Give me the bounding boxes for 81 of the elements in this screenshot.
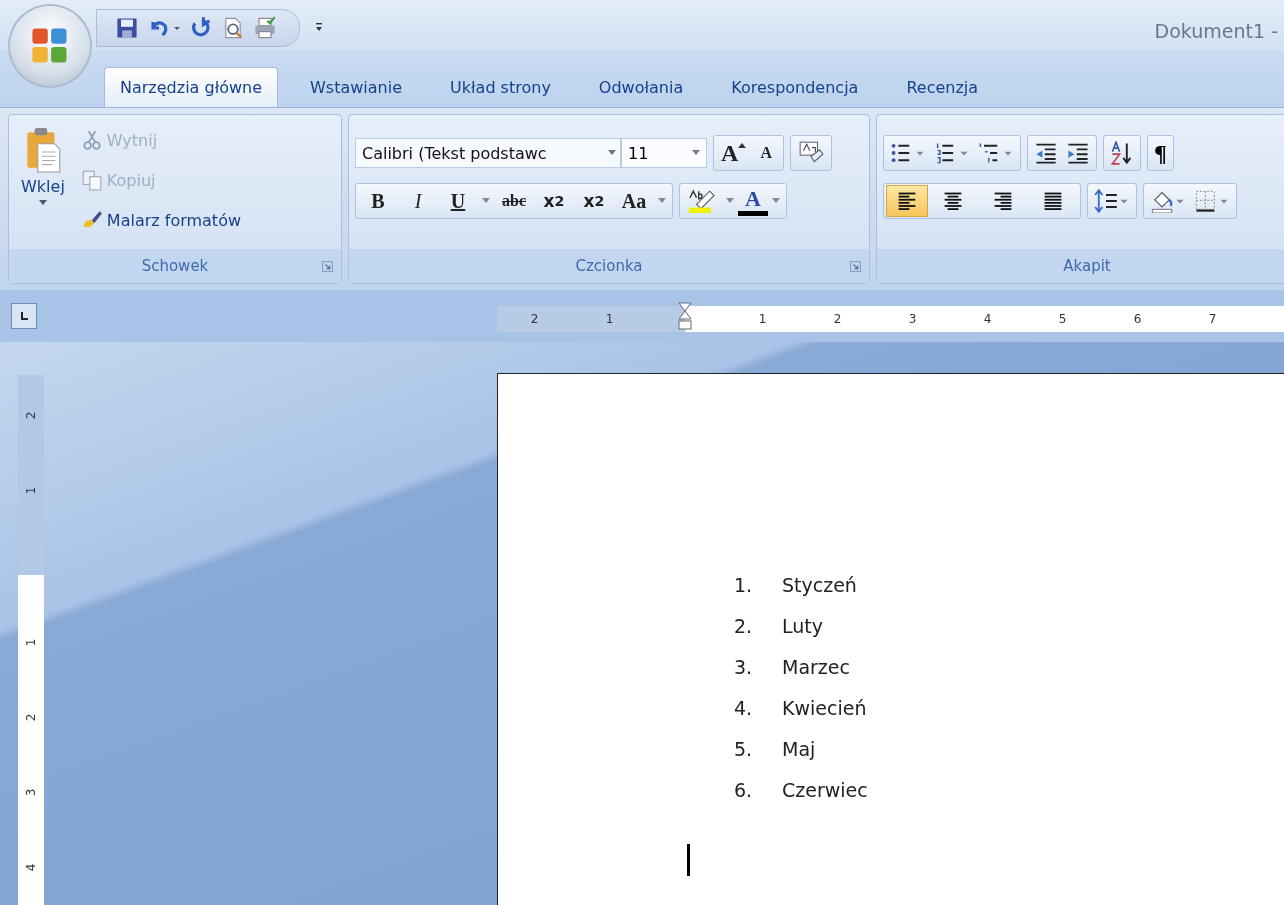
numbered-list-icon: [934, 141, 970, 165]
dropdown-arrow-icon[interactable]: [726, 198, 734, 204]
clipboard-command[interactable]: Malarz formatów: [80, 203, 241, 237]
list-item-text: Styczeń: [782, 573, 857, 596]
paste-button[interactable]: Wklej: [15, 123, 71, 241]
office-button[interactable]: [10, 6, 90, 86]
list-number: 6.: [734, 778, 754, 801]
up-caret-icon: [738, 143, 747, 149]
dropdown-arrow-icon: [38, 200, 47, 206]
ruler-number: 3: [23, 788, 39, 797]
format-button[interactable]: B: [358, 185, 398, 217]
clipboard-icon: [24, 127, 61, 173]
dialog-launcher-icon[interactable]: [850, 260, 861, 272]
customize-toolbar-icon[interactable]: [314, 21, 324, 33]
list-item-text: Kwiecień: [782, 696, 867, 719]
list-number: 4.: [734, 696, 754, 719]
highlighter-icon: [687, 189, 717, 213]
printer-icon[interactable]: [253, 16, 277, 40]
list-item-text: Maj: [782, 737, 816, 760]
group-label: Akapit: [1063, 257, 1111, 275]
font-name-field[interactable]: Calibri (Tekst podstawc: [355, 138, 621, 168]
list-item-text: Luty: [782, 614, 823, 637]
list-number: 1.: [734, 573, 754, 596]
list-number: 5.: [734, 737, 754, 760]
list-item-text: Marzec: [782, 655, 850, 678]
ruler-number: 2: [23, 411, 39, 420]
multilevel-list-icon: [978, 141, 1014, 165]
list-number: 3.: [734, 655, 754, 678]
group-label: Czcionka: [575, 257, 643, 275]
bulleted-list-icon: [890, 141, 926, 165]
ruler-number: 7: [1207, 312, 1218, 326]
dropdown-arrow-icon[interactable]: [658, 198, 666, 204]
ribbon-tab[interactable]: Odwołania: [582, 67, 700, 107]
dropdown-arrow-icon[interactable]: [772, 198, 780, 204]
ruler-number: 2: [23, 713, 39, 722]
ruler-number: 1: [23, 486, 39, 495]
ribbon-tab[interactable]: Wstawianie: [294, 67, 419, 107]
dialog-launcher-icon[interactable]: [322, 260, 333, 272]
group-label: Schowek: [141, 257, 209, 275]
shrink-font-button[interactable]: A: [751, 137, 782, 169]
tab-selector-button[interactable]: [11, 303, 37, 329]
ruler-number: 1: [23, 638, 39, 647]
format-button[interactable]: U: [438, 185, 478, 217]
window-title: Dokument1 -: [1154, 19, 1278, 42]
dropdown-arrow-icon[interactable]: [173, 24, 181, 32]
ribbon-tab[interactable]: Narzędzia główne: [104, 67, 279, 107]
format-button[interactable]: I: [398, 185, 438, 217]
ribbon-tab[interactable]: Recenzja: [890, 67, 995, 107]
sort-icon: [1110, 141, 1134, 165]
list-number: 2.: [734, 614, 754, 637]
scissors-icon: [80, 129, 103, 151]
ruler-number: 5: [1057, 312, 1068, 326]
text-cursor: [687, 844, 690, 876]
align-button[interactable]: [886, 185, 928, 217]
ribbon-tab[interactable]: Korespondencja: [715, 67, 875, 107]
decrease-indent-icon: [1034, 141, 1058, 165]
ruler-number: 6: [1132, 312, 1143, 326]
save-icon[interactable]: [115, 16, 139, 40]
ruler-number: 1: [757, 312, 768, 326]
left-tab-icon: [19, 311, 29, 321]
font-size-field[interactable]: 11: [621, 138, 707, 168]
ruler-number: 2: [529, 312, 540, 326]
ruler-number: 4: [982, 312, 993, 326]
grow-font-button[interactable]: A: [716, 137, 752, 169]
ribbon-tab[interactable]: Układ strony: [434, 67, 567, 107]
dropdown-arrow-icon: [692, 150, 700, 156]
ruler-number: 3: [907, 312, 918, 326]
ruler-number: 4: [23, 863, 39, 872]
list-item-text: Czerwiec: [782, 778, 868, 801]
copy-icon: [80, 169, 103, 191]
increase-indent-icon: [1066, 141, 1090, 165]
format-button[interactable]: Aa: [614, 185, 654, 217]
line-spacing-icon: [1094, 189, 1130, 213]
borders-icon: [1194, 189, 1230, 213]
ruler-number: 2: [832, 312, 843, 326]
ruler-number: 1: [604, 312, 615, 326]
dropdown-arrow-icon[interactable]: [482, 198, 490, 204]
paint-bucket-icon: [1150, 189, 1186, 213]
eraser-icon: [798, 141, 825, 165]
dropdown-arrow-icon: [608, 150, 616, 156]
format-button[interactable]: abc: [494, 185, 534, 217]
